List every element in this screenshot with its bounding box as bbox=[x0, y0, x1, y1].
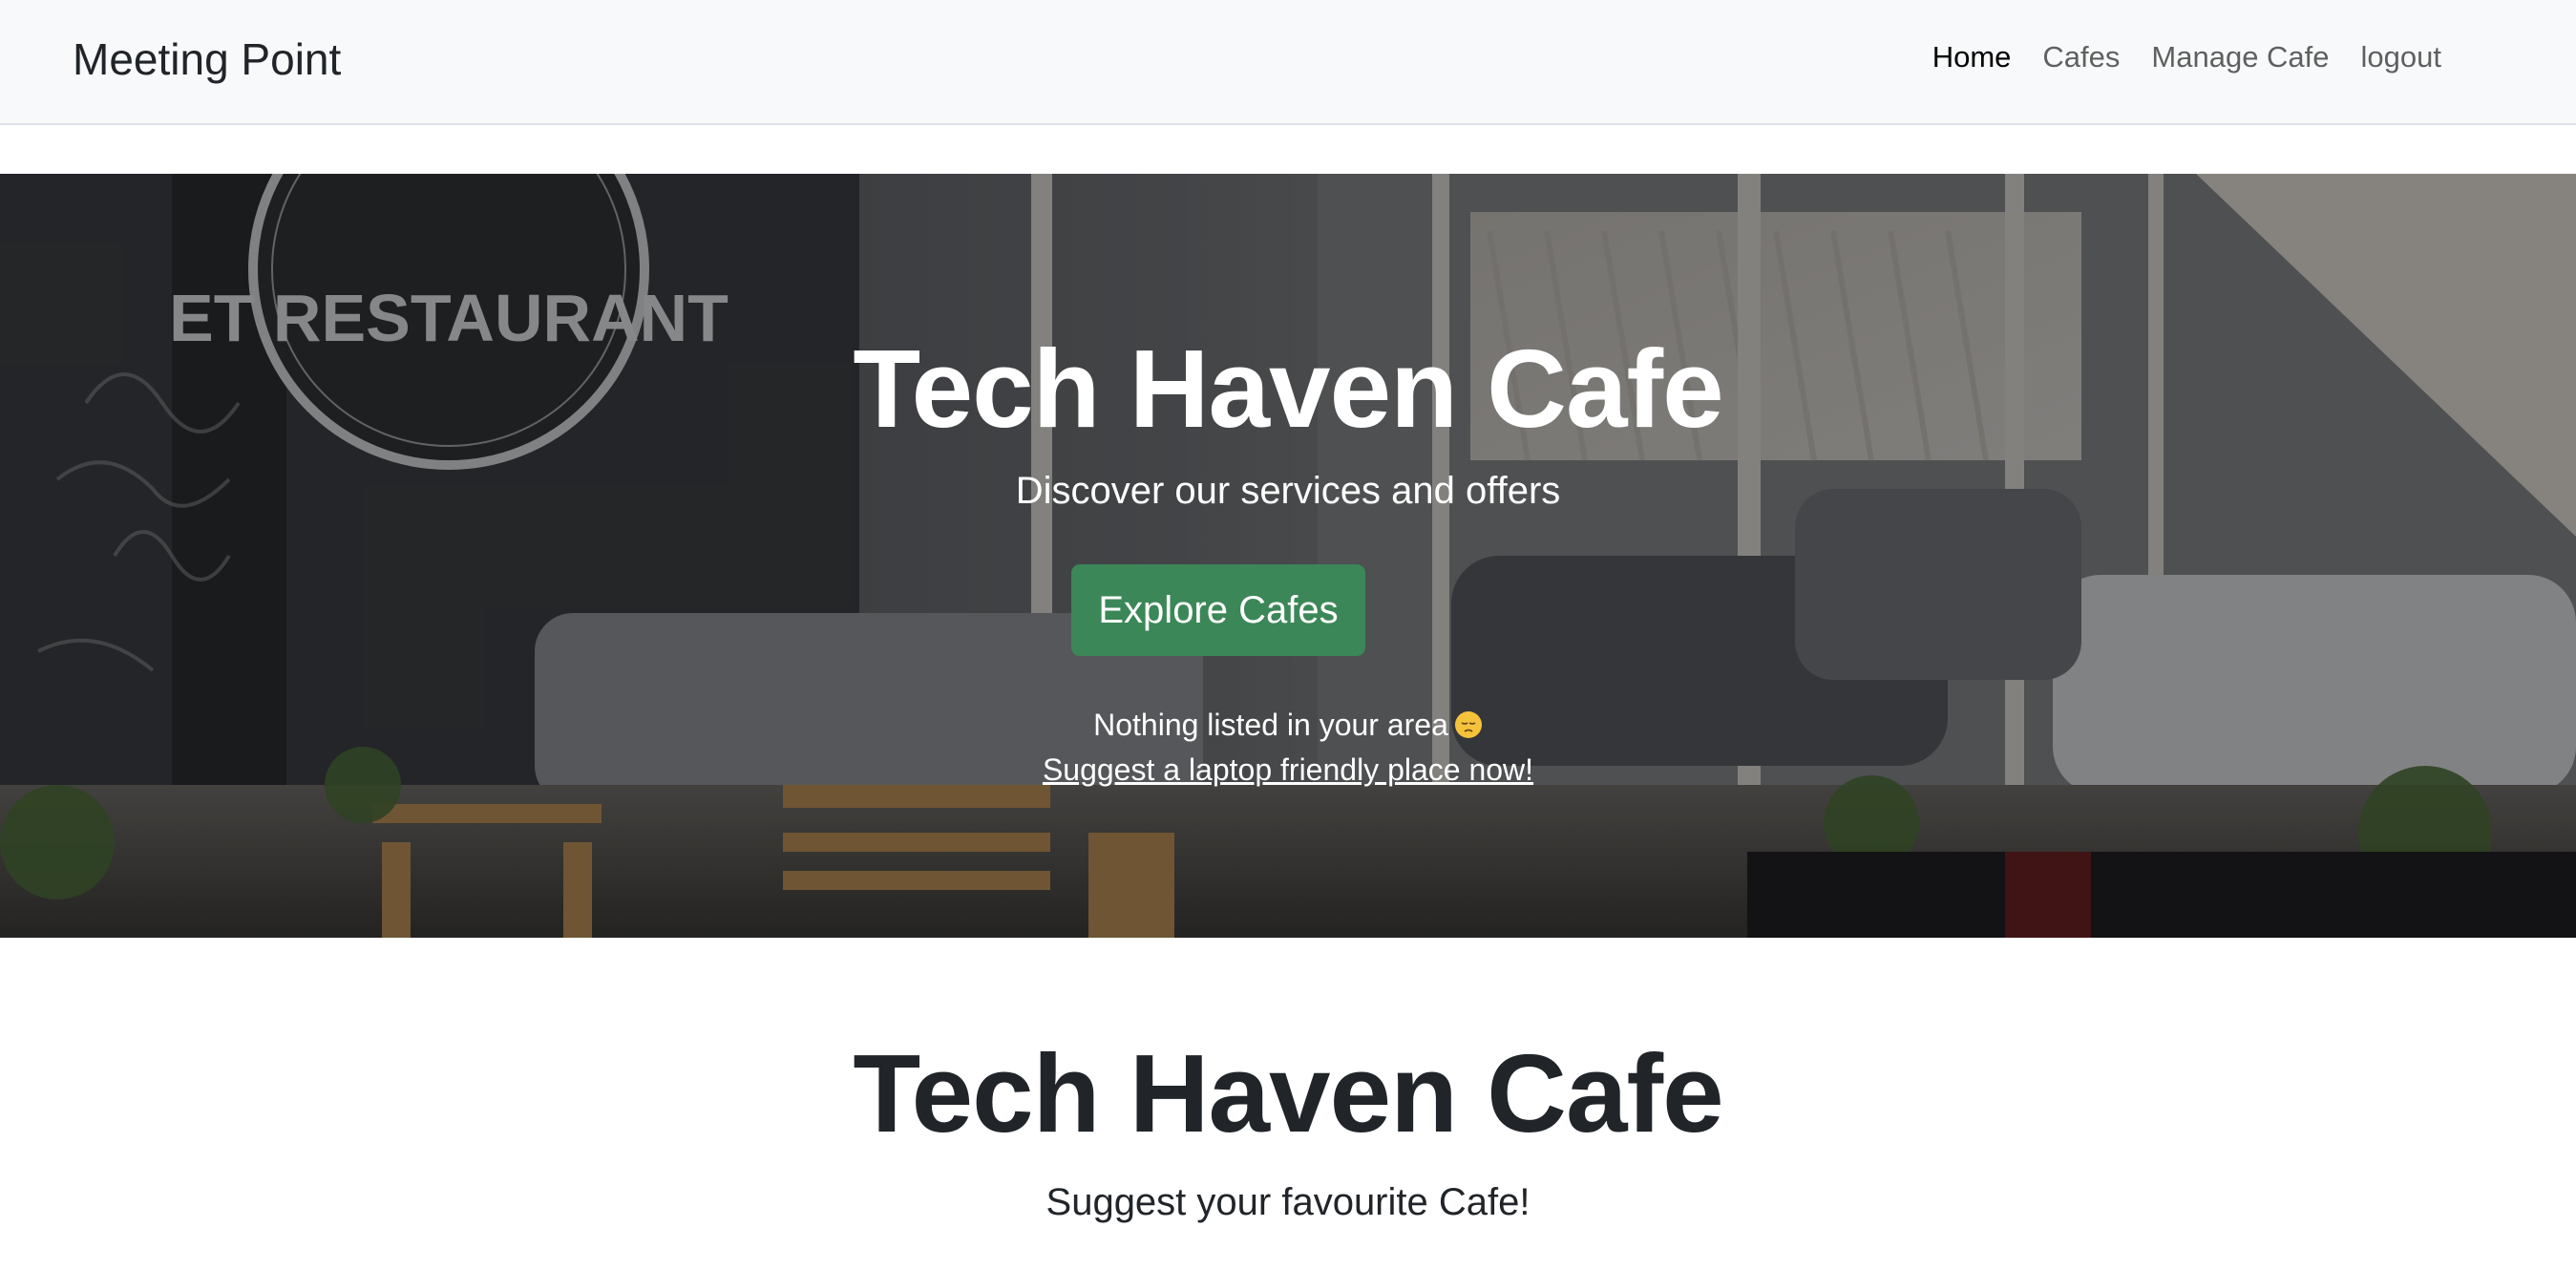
hero-section: ET RESTAURANT Tech Haven Cafe Discover o… bbox=[0, 174, 2576, 938]
nav-link-home[interactable]: Home bbox=[1932, 36, 2012, 78]
nav-link-manage-cafe[interactable]: Manage Cafe bbox=[2151, 36, 2329, 78]
section-subtitle: Suggest your favourite Cafe! bbox=[1045, 1181, 1531, 1223]
nothing-listed-text: Nothing listed in your area bbox=[1093, 708, 1448, 742]
suggest-place-link[interactable]: Suggest a laptop friendly place now! bbox=[0, 749, 2576, 791]
navbar: Meeting Point Home Cafes Manage Cafe log… bbox=[0, 0, 2576, 125]
hero-title: Tech Haven Cafe bbox=[853, 327, 1723, 451]
hero-subtitle: Discover our services and offers bbox=[1015, 470, 1561, 512]
section-title: Tech Haven Cafe bbox=[853, 1031, 1723, 1155]
nav-links: Home Cafes Manage Cafe logout bbox=[1932, 36, 2441, 78]
brand-link[interactable]: Meeting Point bbox=[73, 32, 341, 86]
nav-link-logout[interactable]: logout bbox=[2361, 36, 2441, 78]
explore-cafes-button[interactable]: Explore Cafes bbox=[1071, 564, 1365, 656]
pensive-face-emoji-icon bbox=[1454, 711, 1482, 738]
nothing-listed-notice: Nothing listed in your area bbox=[0, 704, 2576, 746]
nav-link-cafes[interactable]: Cafes bbox=[2042, 36, 2120, 78]
hero-content: Tech Haven Cafe Discover our services an… bbox=[0, 174, 2576, 938]
